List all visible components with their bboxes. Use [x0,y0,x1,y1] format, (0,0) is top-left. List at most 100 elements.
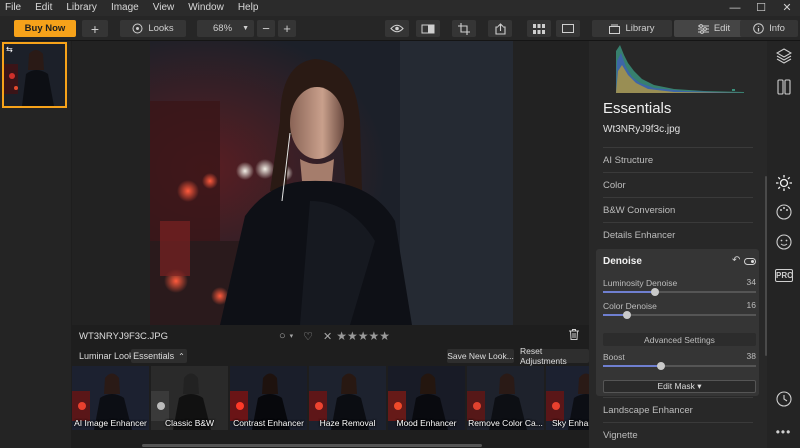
slider-value: 16 [746,300,756,310]
look-caption: Classic B&W [164,418,215,428]
tool-color[interactable]: Color [603,172,753,197]
tab-library[interactable]: Library [592,20,672,37]
slider-track[interactable] [603,288,756,296]
compare-button[interactable] [416,20,440,37]
slider-handle[interactable] [651,288,660,296]
slider-handle[interactable] [657,362,666,370]
filmstrip: ⇆ [0,41,71,448]
chevron-down-icon[interactable]: ▾ [290,332,294,340]
tool-landscape-enhancer[interactable]: Landscape Enhancer [603,397,753,422]
look-haze-removal[interactable]: Haze Removal [309,366,386,430]
tool-details-enhancer[interactable]: Details Enhancer [603,222,753,247]
image-info-bar: WT3NRYJ9F3C.JPG ○ ▾ ♡ ✕ ★★★★★ [72,325,589,347]
info-icon [753,23,764,34]
look-ai-image-enhancer[interactable]: AI Image Enhancer [72,366,149,430]
luminosity-denoise-slider[interactable]: Luminosity Denoise 34 [603,277,756,296]
menu-edit[interactable]: Edit [28,0,59,16]
share-button[interactable] [488,20,512,37]
look-contrast-enhancer[interactable]: Contrast Enhancer [230,366,307,430]
denoise-title[interactable]: Denoise [603,256,642,267]
minimize-button[interactable]: — [722,0,748,16]
more-icon[interactable]: ••• [767,425,800,439]
menu-bar: File Edit Library Image View Window Help… [0,0,800,16]
menu-image[interactable]: Image [104,0,146,16]
image-filename: WT3NRYJ9F3C.JPG [79,330,169,342]
look-caption: Haze Removal [319,418,376,428]
add-image-button[interactable]: + [82,20,108,37]
zoom-select[interactable]: 68% ▼ [197,20,254,37]
heart-icon[interactable]: ♡ [303,330,313,343]
tool-vignette[interactable]: Vignette [603,422,753,447]
undo-icon[interactable]: ↶ [732,255,740,266]
trash-icon[interactable] [569,329,579,343]
look-caption: Remove Color Ca... [468,418,543,428]
tool-category-rail: PRO ••• [767,41,800,448]
slider-value: 34 [746,277,756,287]
look-remove-color-cast[interactable]: Remove Color Ca... [467,366,544,430]
maximize-button[interactable]: ☐ [748,0,774,16]
crop-button[interactable] [452,20,476,37]
look-classic-bw[interactable]: Classic B&W [151,366,228,430]
slider-handle[interactable] [623,311,632,319]
star-rating[interactable]: ★★★★★ [336,329,390,343]
slider-track[interactable] [603,311,756,319]
photo-image [150,41,513,325]
look-mood-enhancer[interactable]: Mood Enhancer [388,366,465,430]
menu-view[interactable]: View [146,0,182,16]
look-sky-enhancer[interactable]: Sky Enhan [546,366,589,430]
chevron-down-icon: ▼ [242,25,249,32]
boost-slider[interactable]: Boost 38 [603,351,756,370]
eye-icon [390,24,404,33]
reject-icon[interactable]: ✕ [323,330,332,343]
pro-icon[interactable]: PRO [775,269,793,282]
portrait-face-icon[interactable] [767,234,800,254]
looks-category-select[interactable]: Essentials ⌃ [131,349,187,363]
preview-button[interactable] [385,20,409,37]
zoom-in-button[interactable]: + [278,20,296,37]
canvas-icon[interactable] [767,79,800,99]
looks-button[interactable]: Looks [120,20,186,37]
histogram [616,45,744,93]
slider-label: Luminosity Denoise [603,278,678,288]
gallery-view-button[interactable] [527,20,551,37]
looks-scrollbar[interactable] [72,442,589,448]
history-clock-icon[interactable] [767,391,800,411]
looks-icon [132,23,143,34]
slider-fill [603,365,662,367]
layers-icon[interactable] [767,48,800,68]
buy-now-button[interactable]: Buy Now [14,20,76,37]
single-image-icon [562,24,574,33]
menu-library[interactable]: Library [59,0,104,16]
image-canvas[interactable] [72,41,589,325]
slider-label: Color Denoise [603,301,657,311]
creative-palette-icon[interactable] [767,204,800,224]
single-view-button[interactable] [556,20,580,37]
close-button[interactable]: ✕ [774,0,800,16]
color-denoise-slider[interactable]: Color Denoise 16 [603,300,756,319]
rating-controls: ○ ▾ ♡ ✕ ★★★★★ [279,329,390,343]
menu-file[interactable]: File [0,0,28,16]
essentials-sun-icon[interactable] [767,174,800,196]
menu-help[interactable]: Help [231,0,266,16]
color-label-icon[interactable]: ○ [279,330,286,342]
look-caption: Contrast Enhancer [233,418,304,428]
tab-info[interactable]: Info [740,20,798,37]
look-caption: Sky Enhan [552,418,589,428]
toolbar: Buy Now + Looks 68% ▼ − + Library Edit I… [0,16,800,41]
compare-icon [421,24,435,33]
looks-scrollbar-thumb[interactable] [142,444,482,447]
tool-ai-structure[interactable]: AI Structure [603,147,753,172]
menu-window[interactable]: Window [181,0,231,16]
save-new-look-button[interactable]: Save New Look... [447,349,514,363]
filmstrip-thumbnail[interactable]: ⇆ [2,42,67,108]
zoom-out-button[interactable]: − [257,20,275,37]
edit-mask-button[interactable]: Edit Mask ▾ [603,380,756,393]
advanced-settings-button[interactable]: Advanced Settings [603,333,756,346]
grid-icon [533,23,545,34]
reset-adjustments-button[interactable]: Reset Adjustments [520,346,589,366]
toggle-visibility-icon[interactable] [744,258,756,265]
adjusted-icon: ⇆ [6,45,13,54]
library-icon [609,24,621,34]
slider-track[interactable] [603,362,756,370]
tool-bw-conversion[interactable]: B&W Conversion [603,197,753,222]
